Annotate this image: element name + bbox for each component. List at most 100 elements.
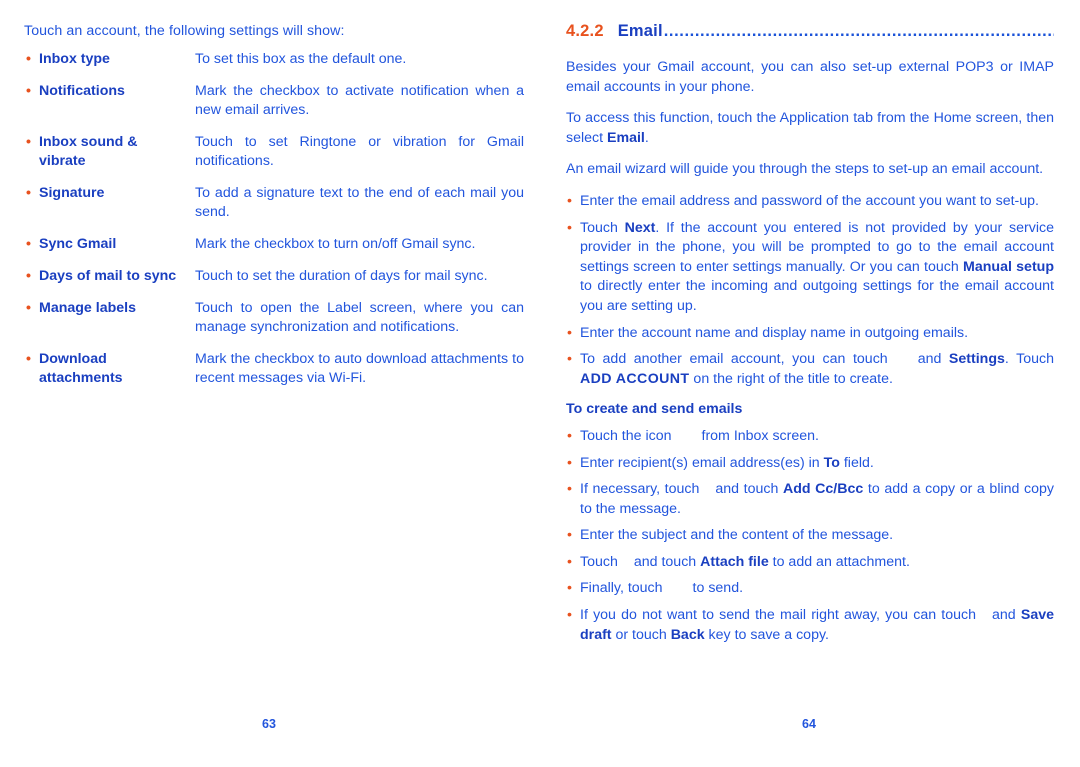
setting-term-label: Days of mail to sync [39, 268, 177, 284]
bullet-icon: • [567, 324, 572, 341]
setting-term: • Inbox type [24, 50, 187, 69]
setting-term: • Download attachments [24, 350, 187, 388]
to-field-reference: To [823, 454, 840, 471]
setting-term-cell: • Sync Gmail [24, 235, 195, 267]
setting-description: Touch to set Ringtone or vibration for G… [195, 134, 524, 169]
setting-term: • Days of mail to sync [24, 267, 187, 286]
table-row: • Inbox type To set this box as the defau… [24, 50, 524, 82]
setting-description: Mark the checkbox to auto download attac… [195, 351, 524, 386]
setting-term: • Sync Gmail [24, 235, 187, 254]
step-text-part: . Touch [1004, 351, 1054, 368]
setting-term-cell: • Manage labels [24, 299, 195, 350]
bullet-icon: • [26, 351, 31, 367]
setting-term-cell: • Notifications [24, 82, 195, 133]
bullet-icon: • [26, 134, 31, 150]
setup-steps-list: • Enter the email address and password of… [566, 192, 1054, 389]
setting-term: • Manage labels [24, 299, 187, 318]
section-heading: 4.2.2 Email ............................… [566, 22, 1054, 41]
bullet-icon: • [567, 527, 572, 544]
menu-icon [699, 482, 715, 493]
menu-icon [976, 608, 992, 619]
step-text-part: on the right of the title to create. [689, 370, 893, 387]
step-text-part: If you do not want to send the mail righ… [580, 607, 976, 624]
step-text: Enter the account name and display name … [580, 324, 969, 341]
setting-term-label: Inbox sound & vibrate [39, 134, 138, 169]
menu-icon [618, 555, 634, 566]
step-text: Enter the email address and password of … [580, 192, 1039, 209]
menu-icon [888, 352, 918, 363]
setting-description-cell: To add a signature text to the end of ea… [195, 184, 524, 235]
setting-description-cell: To set this box as the default one. [195, 50, 524, 82]
list-item: • Enter the email address and password of… [566, 192, 1054, 212]
setting-description: Touch to set the duration of days for ma… [195, 268, 488, 284]
bullet-icon: • [567, 454, 572, 471]
setting-description: Touch to open the Label screen, where yo… [195, 300, 524, 335]
compose-icon [672, 429, 702, 440]
table-row: • Inbox sound & vibrate Touch to set Ring… [24, 133, 524, 184]
setting-description-cell: Mark the checkbox to auto download attac… [195, 350, 524, 401]
setting-description-cell: Touch to set Ringtone or vibration for G… [195, 133, 524, 184]
setting-term-cell: • Days of mail to sync [24, 267, 195, 299]
setting-term-cell: • Download attachments [24, 350, 195, 401]
gmail-settings-definition-table: • Inbox type To set this box as the defau… [24, 50, 524, 401]
step-text-part: Touch [580, 553, 618, 570]
bullet-icon: • [26, 268, 31, 284]
step-text-part: key to save a copy. [704, 626, 829, 643]
setting-description: To add a signature text to the end of ea… [195, 185, 524, 220]
list-item: • If necessary, touch and touch Add Cc/Bcc… [566, 480, 1054, 519]
step-text-part: field. [839, 454, 874, 471]
setting-term-label: Notifications [39, 83, 125, 99]
step-text-part: Touch the icon [580, 427, 672, 444]
access-text-after: . [644, 129, 649, 146]
bullet-icon: • [567, 427, 572, 444]
list-item: • Enter the subject and the content of th… [566, 526, 1054, 546]
bullet-icon: • [26, 185, 31, 201]
setting-term-label: Manage labels [39, 300, 136, 316]
setting-term: • Inbox sound & vibrate [24, 133, 187, 171]
section-number: 4.2.2 [566, 22, 604, 40]
list-item: • If you do not want to send the mail rig… [566, 606, 1054, 645]
bullet-icon: • [567, 481, 572, 498]
setting-term: • Notifications [24, 82, 187, 101]
back-key-reference: Back [670, 626, 705, 643]
step-text-part: from Inbox screen. [701, 427, 820, 444]
table-row: • Download attachments Mark the checkbox … [24, 350, 524, 401]
bullet-icon: • [567, 553, 572, 570]
table-row: • Notifications Mark the checkbox to acti… [24, 82, 524, 133]
bullet-icon: • [26, 51, 31, 67]
step-text-part: Finally, touch [580, 580, 663, 597]
bullet-icon: • [567, 219, 572, 236]
setting-description-cell: Touch to set the duration of days for ma… [195, 267, 524, 299]
wizard-paragraph: An email wizard will guide you through t… [566, 161, 1044, 178]
setting-description-cell: Mark the checkbox to turn on/off Gmail s… [195, 235, 524, 267]
list-item: • Touch and touch Attach file to add an at… [566, 553, 1054, 573]
step-text: Enter the subject and the content of the… [580, 527, 894, 544]
right-page-column: 4.2.2 Email ............................… [566, 22, 1054, 652]
access-paragraph: To access this function, touch the Appli… [566, 109, 1054, 148]
step-text-part: to send. [692, 580, 744, 597]
list-item: • Finally, touch to send. [566, 579, 1054, 599]
settings-reference: Settings [948, 351, 1005, 368]
bullet-icon: • [26, 300, 31, 316]
setting-term-label: Inbox type [39, 51, 110, 67]
list-item: • Enter recipient(s) email address(es) in… [566, 454, 1054, 474]
step-text-part: to add an attachment. [768, 553, 910, 570]
step-text-part: or touch [611, 626, 671, 643]
create-send-steps-list: • Touch the icon from Inbox screen. • Enter… [566, 427, 1054, 645]
list-item: • Enter the account name and display name… [566, 324, 1054, 344]
intro-paragraph: Besides your Gmail account, you can also… [566, 59, 1054, 95]
table-row: • Days of mail to sync Touch to set the d… [24, 267, 524, 299]
manual-page-spread: Touch an account, the following settings… [0, 0, 1080, 767]
setting-term-label: Signature [39, 185, 105, 201]
step-text-part: and touch [715, 481, 783, 498]
list-item: • To add another email account, you can t… [566, 350, 1054, 389]
step-text-part: Touch [580, 219, 625, 236]
setting-term-cell: • Signature [24, 184, 195, 235]
setting-description-cell: Touch to open the Label screen, where yo… [195, 299, 524, 350]
page-number-right: 64 [802, 717, 816, 731]
add-account-reference: ADD ACCOUNT [580, 370, 690, 387]
bullet-icon: • [26, 236, 31, 252]
step-text-part: If necessary, touch [580, 481, 700, 498]
step-text-part: and [917, 351, 949, 368]
setting-description-cell: Mark the checkbox to activate notificati… [195, 82, 524, 133]
